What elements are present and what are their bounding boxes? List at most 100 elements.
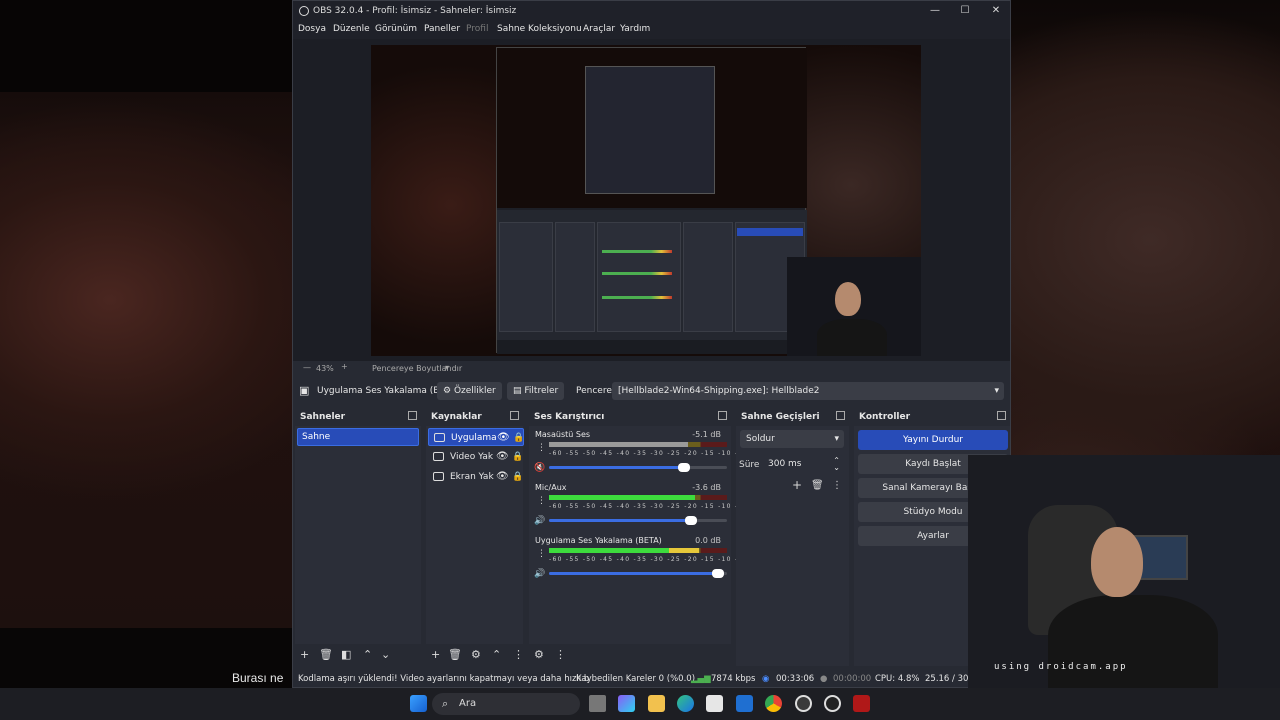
trash-icon[interactable]: 🗑 <box>448 648 462 661</box>
more-icon[interactable]: ⋮ <box>537 496 546 506</box>
more-icon[interactable]: ⋮ <box>555 648 566 661</box>
add-icon[interactable]: + <box>431 648 440 661</box>
menu-profile[interactable]: Profil <box>466 24 488 34</box>
move-up-icon[interactable]: ⌃ <box>492 648 501 661</box>
windows-taskbar: ⌕ Ara <box>0 688 1280 720</box>
chevron-down-icon: ▾ <box>834 434 839 444</box>
menu-docks[interactable]: Paneller <box>424 24 460 34</box>
menu-view[interactable]: Görünüm <box>375 24 417 34</box>
source-item[interactable]: Uygulama 👁 🔒 <box>428 428 524 446</box>
chevron-down-icon[interactable]: ▾ <box>445 363 449 372</box>
zoom-out-button[interactable]: — <box>303 363 311 372</box>
maximize-button[interactable]: ☐ <box>950 3 980 19</box>
trash-icon[interactable]: 🗑 <box>319 648 333 661</box>
stop-stream-button[interactable]: Yayını Durdur <box>858 430 1008 450</box>
search-icon: ⌕ <box>442 697 449 710</box>
channel-name: Masaüstü Ses <box>535 430 591 439</box>
chrome-icon[interactable] <box>765 695 782 712</box>
move-down-icon[interactable]: ⌄ <box>381 648 390 661</box>
zoom-in-button[interactable]: + <box>341 362 348 371</box>
add-icon[interactable]: + <box>300 648 309 661</box>
transition-select[interactable]: Soldur ▾ <box>740 430 844 448</box>
controls-title: Kontroller <box>859 412 911 422</box>
title-bar: OBS 32.0.4 - Profil: İsimsiz - Sahneler:… <box>293 1 1010 21</box>
obs-window: OBS 32.0.4 - Profil: İsimsiz - Sahneler:… <box>292 0 1011 688</box>
undock-icon[interactable] <box>997 411 1006 420</box>
lock-icon[interactable]: 🔒 <box>512 468 523 486</box>
edge-icon[interactable] <box>677 695 694 712</box>
level-meter <box>549 495 727 500</box>
copilot-icon[interactable] <box>618 695 635 712</box>
volume-slider[interactable] <box>549 569 727 578</box>
more-icon[interactable]: ⋮ <box>537 443 546 453</box>
channel-name: Uygulama Ses Yakalama (BETA) <box>535 536 662 545</box>
sources-footer: + 🗑 ⚙ ⌃ ⋮ <box>426 644 524 666</box>
menu-help[interactable]: Yardım <box>620 24 650 34</box>
menu-tools[interactable]: Araçlar <box>583 24 615 34</box>
window-select[interactable]: [Hellblade2-Win64-Shipping.exe]: Hellbla… <box>612 382 1004 400</box>
filters-button[interactable]: ▤ Filtreler <box>507 382 565 400</box>
scene-item[interactable]: Sahne <box>297 428 419 446</box>
spin-down-icon[interactable]: ⌄ <box>833 459 840 477</box>
nested-taskbar <box>497 340 807 354</box>
undock-icon[interactable] <box>718 411 727 420</box>
app-icon[interactable] <box>824 695 841 712</box>
mixer-footer: ⚙ ⋮ <box>529 644 731 666</box>
source-item[interactable]: Video Yak 👁 🔒 <box>428 448 524 466</box>
duration-input[interactable]: 300 ms ⌃ ⌄ <box>762 455 844 473</box>
store-icon[interactable] <box>706 695 723 712</box>
mixer-channel-app: Uygulama Ses Yakalama (BETA) 0.0 dB ⋮ -6… <box>529 534 751 586</box>
preview-controls: — 43% + Pencereye Boyutlandır ▾ <box>293 361 1010 376</box>
file-explorer-icon[interactable] <box>648 695 665 712</box>
display-capture-icon <box>433 472 444 481</box>
menu-edit[interactable]: Düzenle <box>333 24 370 34</box>
transitions-dock: Sahne Geçişleri Soldur ▾ Süre 300 ms ⌃ ⌄… <box>736 408 849 666</box>
minimize-button[interactable]: — <box>920 3 950 19</box>
task-view-icon[interactable] <box>589 695 606 712</box>
volume-slider[interactable] <box>549 516 727 525</box>
stream-icon: ◉ <box>762 674 770 684</box>
preview-canvas[interactable] <box>371 45 921 356</box>
transitions-header: Sahne Geçişleri <box>736 408 849 426</box>
eye-icon[interactable]: 👁 <box>496 468 509 486</box>
mixer-header: Ses Karıştırıcı <box>529 408 731 426</box>
lock-icon[interactable]: 🔒 <box>512 448 523 466</box>
menu-scene-collection[interactable]: Sahne Koleksiyonu <box>497 24 582 34</box>
trash-icon[interactable]: 🗑 <box>811 480 824 491</box>
advanced-audio-icon[interactable]: ⚙ <box>534 648 544 661</box>
letterbox-top <box>0 0 292 92</box>
more-icon[interactable]: ⋮ <box>537 549 546 559</box>
properties-button[interactable]: ⚙ Özellikler <box>437 382 502 400</box>
move-up-icon[interactable]: ⌃ <box>363 648 372 661</box>
undock-icon[interactable] <box>510 411 519 420</box>
game-subtitle: Burası ne <box>232 671 284 685</box>
eye-icon[interactable]: 👁 <box>496 448 509 466</box>
game-icon[interactable] <box>853 695 870 712</box>
taskbar-search[interactable]: ⌕ Ara <box>432 693 580 715</box>
undock-icon[interactable] <box>836 411 845 420</box>
windows-start-icon[interactable] <box>410 695 427 712</box>
lock-icon[interactable]: 🔒 <box>513 429 524 447</box>
close-button[interactable]: ✕ <box>981 3 1010 19</box>
preview-area[interactable] <box>293 39 1010 361</box>
cpu-usage: CPU: 4.8% <box>875 674 920 684</box>
sources-header: Kaynaklar <box>426 408 523 426</box>
volume-slider[interactable] <box>549 463 727 472</box>
source-item[interactable]: Ekran Yak 👁 🔒 <box>428 468 524 486</box>
channel-name: Mic/Aux <box>535 483 567 492</box>
muted-speaker-icon[interactable]: 🔇 <box>534 463 545 473</box>
window-label: Pencere <box>576 386 612 396</box>
menu-file[interactable]: Dosya <box>298 24 326 34</box>
obs-taskbar-icon[interactable] <box>795 695 812 712</box>
gear-icon[interactable]: ⚙ <box>471 648 481 661</box>
speaker-icon[interactable]: 🔊 <box>534 569 545 579</box>
more-icon[interactable]: ⋮ <box>513 648 524 661</box>
eye-icon[interactable]: 👁 <box>497 429 510 447</box>
add-icon[interactable]: + <box>792 478 802 492</box>
speaker-icon[interactable]: 🔊 <box>534 516 545 526</box>
duration-label: Süre <box>739 460 760 470</box>
scene-filter-icon[interactable]: ◧ <box>341 648 351 661</box>
mail-icon[interactable] <box>736 695 753 712</box>
undock-icon[interactable] <box>408 411 417 420</box>
more-icon[interactable]: ⋮ <box>832 480 842 491</box>
